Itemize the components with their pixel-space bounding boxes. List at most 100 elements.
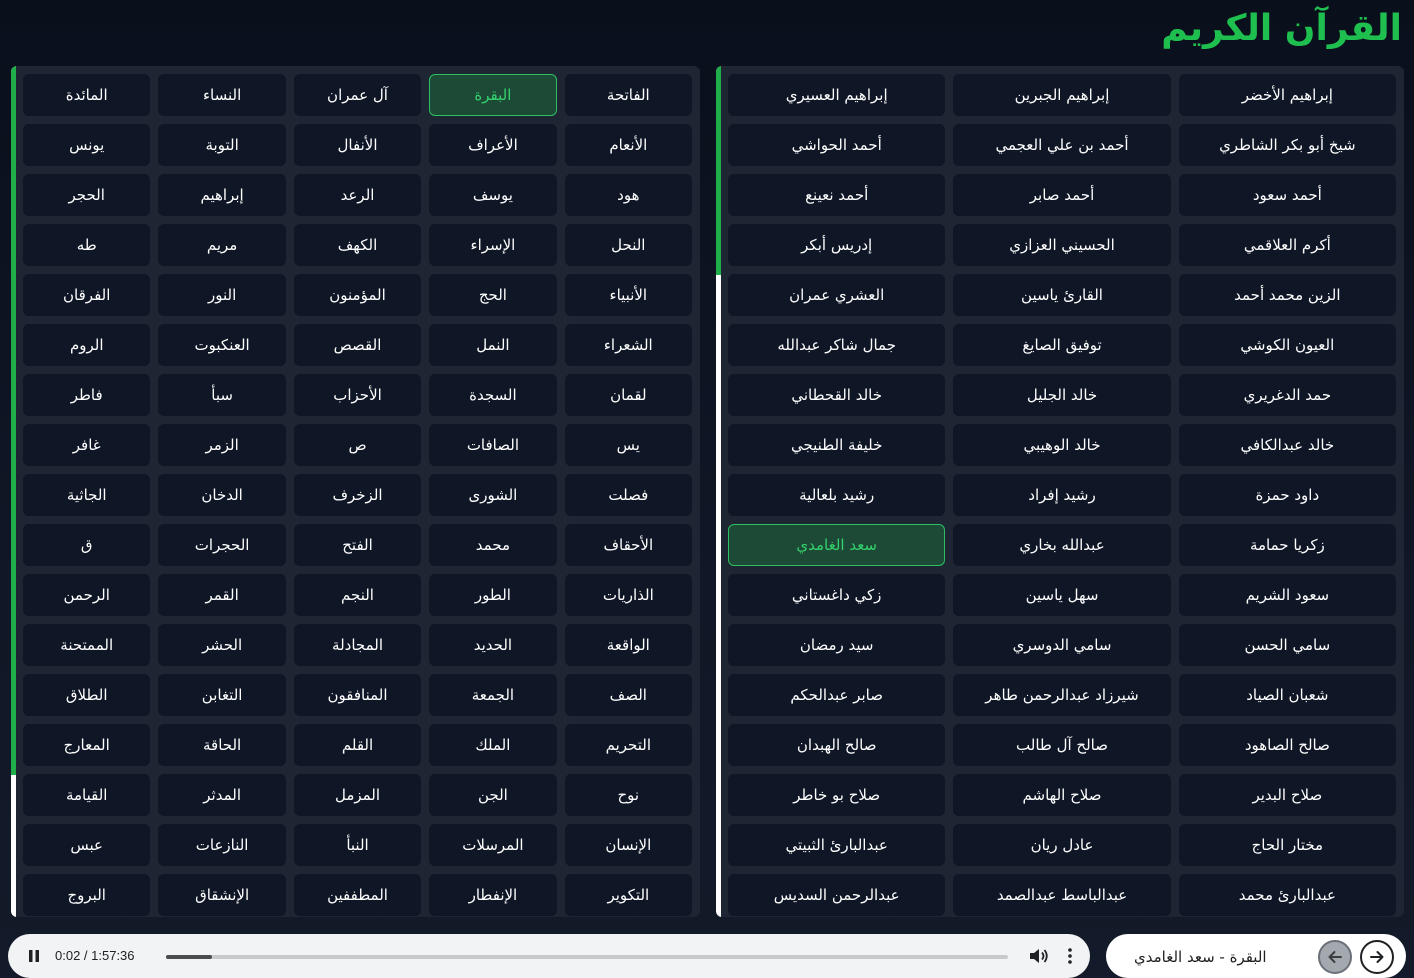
reciter-button[interactable]: العشري عمران <box>728 274 946 316</box>
reciter-button[interactable]: خالد القحطاني <box>728 374 946 416</box>
reciter-button[interactable]: إبراهيم الأخضر <box>1178 74 1396 116</box>
surah-button[interactable]: النجم <box>293 574 422 616</box>
surah-button[interactable]: الرعد <box>293 174 422 216</box>
surah-button[interactable]: الدخان <box>158 474 286 516</box>
surah-button[interactable]: فاطر <box>23 374 151 416</box>
reciter-button[interactable]: الزين محمد أحمد <box>1178 274 1396 316</box>
surah-button[interactable]: النبأ <box>293 824 422 866</box>
surah-button[interactable]: الأحزاب <box>293 374 422 416</box>
surah-button[interactable]: الأنبياء <box>564 274 692 316</box>
surah-button[interactable]: مريم <box>158 224 286 266</box>
surah-button[interactable]: المنافقون <box>293 674 422 716</box>
reciter-button[interactable]: خالد الوهيبي <box>953 424 1171 466</box>
reciter-button[interactable]: عبدالباسط عبدالصمد <box>953 874 1171 916</box>
reciter-button[interactable]: صلاح البدير <box>1178 774 1396 816</box>
surah-button[interactable]: المدثر <box>158 774 286 816</box>
surah-button[interactable]: المطففين <box>293 874 422 916</box>
reciter-button[interactable]: سيد رمضان <box>728 624 946 666</box>
surah-button[interactable]: غافر <box>23 424 151 466</box>
reciter-button[interactable]: شيرزاد عبدالرحمن طاهر <box>953 674 1171 716</box>
reciter-button[interactable]: زكريا حمامة <box>1178 524 1396 566</box>
surah-button[interactable]: القمر <box>158 574 286 616</box>
surah-button[interactable]: الواقعة <box>564 624 692 666</box>
reciter-button[interactable]: أحمد الحواشي <box>728 124 946 166</box>
previous-button[interactable] <box>1318 940 1352 974</box>
reciter-button[interactable]: داود حمزة <box>1178 474 1396 516</box>
surah-button[interactable]: الصافات <box>429 424 557 466</box>
reciters-scrollbar[interactable] <box>716 66 721 917</box>
reciter-button[interactable]: رشيد بلعالية <box>728 474 946 516</box>
surah-button[interactable]: الحجرات <box>158 524 286 566</box>
surah-button[interactable]: القلم <box>293 724 422 766</box>
reciter-button[interactable]: عبدالله بخاري <box>953 524 1171 566</box>
surah-button[interactable]: البقرة <box>429 74 557 116</box>
reciter-button[interactable]: حمد الدغريري <box>1178 374 1396 416</box>
surah-button[interactable]: يوسف <box>429 174 557 216</box>
surah-button[interactable]: ق <box>23 524 151 566</box>
surah-button[interactable]: محمد <box>429 524 557 566</box>
surah-button[interactable]: نوح <box>564 774 692 816</box>
surah-button[interactable]: النازعات <box>158 824 286 866</box>
reciter-button[interactable]: عبدالرحمن السديس <box>728 874 946 916</box>
reciter-button[interactable]: مختار الحاج <box>1178 824 1396 866</box>
reciter-button[interactable]: أحمد نعينع <box>728 174 946 216</box>
surah-button[interactable]: الحجر <box>23 174 151 216</box>
more-options-button[interactable] <box>1064 946 1076 966</box>
reciter-button[interactable]: زكي داغستاني <box>728 574 946 616</box>
surah-button[interactable]: النساء <box>158 74 286 116</box>
reciter-button[interactable]: صالح آل طالب <box>953 724 1171 766</box>
reciter-button[interactable]: أكرم العلاقمي <box>1178 224 1396 266</box>
surah-button[interactable]: النور <box>158 274 286 316</box>
surah-button[interactable]: يس <box>564 424 692 466</box>
surah-button[interactable]: النحل <box>564 224 692 266</box>
surah-button[interactable]: المائدة <box>23 74 151 116</box>
surah-button[interactable]: الحج <box>429 274 557 316</box>
reciter-button[interactable]: جمال شاكر عبدالله <box>728 324 946 366</box>
surah-button[interactable]: الكهف <box>293 224 422 266</box>
surah-button[interactable]: الإسراء <box>429 224 557 266</box>
surah-button[interactable]: القصص <box>293 324 422 366</box>
surah-button[interactable]: الأعراف <box>429 124 557 166</box>
surah-button[interactable]: الحديد <box>429 624 557 666</box>
surah-button[interactable]: النمل <box>429 324 557 366</box>
reciter-button[interactable]: أحمد بن علي العجمي <box>953 124 1171 166</box>
surah-button[interactable]: ص <box>293 424 422 466</box>
surah-button[interactable]: الحاقة <box>158 724 286 766</box>
reciter-button[interactable]: العيون الكوشي <box>1178 324 1396 366</box>
surah-button[interactable]: الزخرف <box>293 474 422 516</box>
surah-button[interactable]: الفتح <box>293 524 422 566</box>
surah-button[interactable]: المجادلة <box>293 624 422 666</box>
reciter-button[interactable]: القارئ ياسين <box>953 274 1171 316</box>
surah-button[interactable]: البروج <box>23 874 151 916</box>
surah-button[interactable]: الجاثية <box>23 474 151 516</box>
reciter-button[interactable]: سامي الدوسري <box>953 624 1171 666</box>
reciter-button[interactable]: شعبان الصياد <box>1178 674 1396 716</box>
surah-button[interactable]: يونس <box>23 124 151 166</box>
surah-button[interactable]: العنكبوت <box>158 324 286 366</box>
surah-button[interactable]: الفرقان <box>23 274 151 316</box>
reciter-button[interactable]: رشيد إفراد <box>953 474 1171 516</box>
surah-button[interactable]: الحشر <box>158 624 286 666</box>
surah-button[interactable]: الملك <box>429 724 557 766</box>
reciter-button[interactable]: خليفة الطنيجي <box>728 424 946 466</box>
surah-button[interactable]: الرحمن <box>23 574 151 616</box>
volume-button[interactable] <box>1028 946 1050 966</box>
surah-button[interactable]: الأنفال <box>293 124 422 166</box>
surah-button[interactable]: الأحقاف <box>564 524 692 566</box>
surah-button[interactable]: سبأ <box>158 374 286 416</box>
reciter-button[interactable]: سهل ياسين <box>953 574 1171 616</box>
surah-button[interactable]: السجدة <box>429 374 557 416</box>
surah-button[interactable]: المرسلات <box>429 824 557 866</box>
surah-button[interactable]: آل عمران <box>293 74 422 116</box>
pause-button[interactable] <box>24 946 44 966</box>
surah-button[interactable]: الصف <box>564 674 692 716</box>
reciter-button[interactable]: خالد الجليل <box>953 374 1171 416</box>
reciter-button[interactable]: شيخ أبو بكر الشاطري <box>1178 124 1396 166</box>
surah-button[interactable]: الطور <box>429 574 557 616</box>
surahs-scroll-thumb[interactable] <box>11 66 16 775</box>
reciter-button[interactable]: إدريس أبكر <box>728 224 946 266</box>
surahs-scrollbar[interactable] <box>11 66 16 917</box>
reciter-button[interactable]: الحسيني العزازي <box>953 224 1171 266</box>
surah-button[interactable]: الإنشقاق <box>158 874 286 916</box>
surah-button[interactable]: إبراهيم <box>158 174 286 216</box>
